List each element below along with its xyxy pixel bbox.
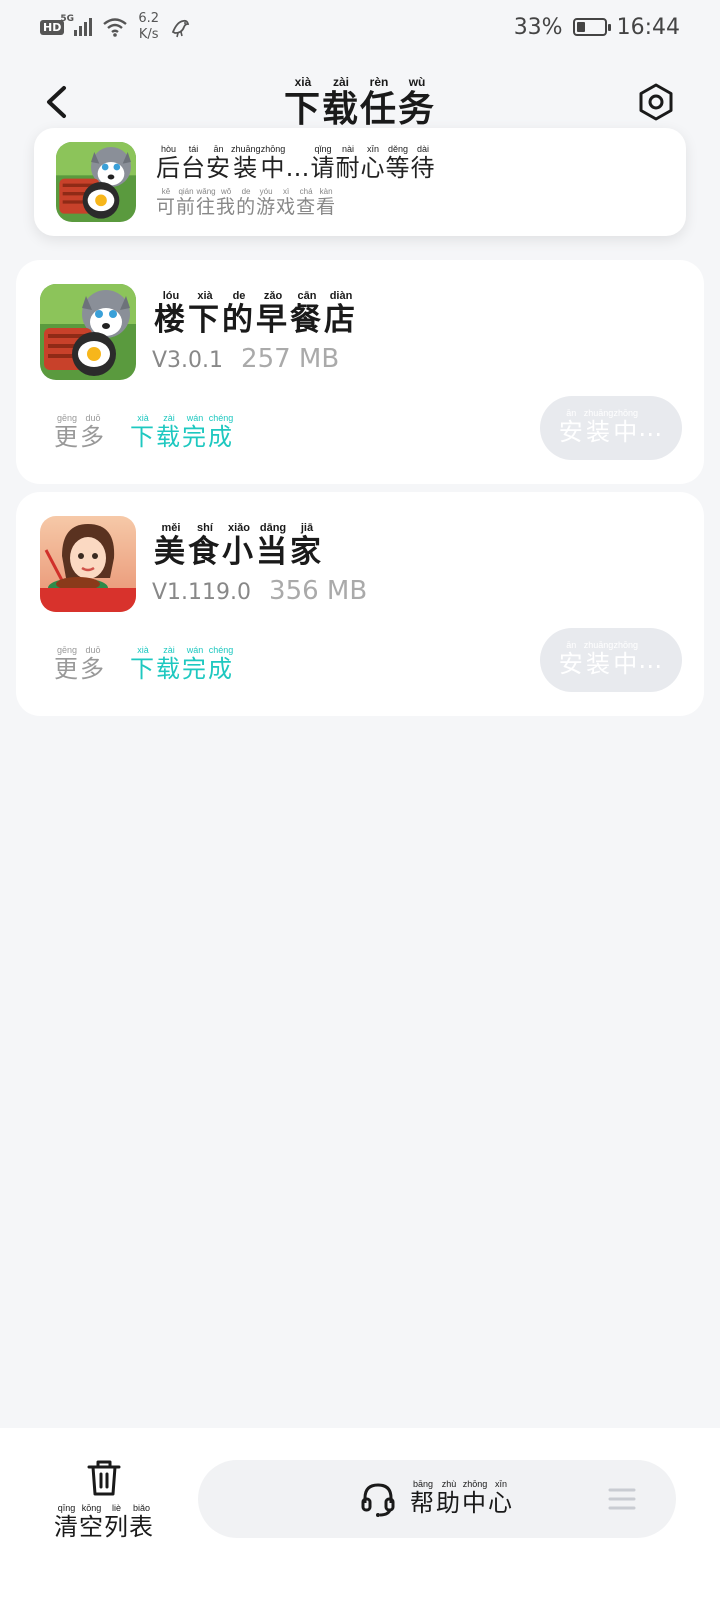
- app-name: 楼lóu下xià的de早zǎo餐cān店diàn: [154, 290, 358, 338]
- clear-list-label: 清qīng空kōng列liè表biǎo: [54, 1503, 154, 1541]
- network-type: 5G: [60, 14, 74, 24]
- bird-notification-icon: [171, 19, 190, 38]
- app-version: V1.119.0: [152, 580, 252, 605]
- headset-icon: [361, 1483, 395, 1517]
- more-button[interactable]: 更gēng多duō: [54, 413, 106, 452]
- notice-subtitle[interactable]: 可kě前qián往wǎng我wǒ的de游yóu戏xì查chá看kàn: [156, 187, 436, 219]
- battery-percent: 33%: [513, 14, 563, 40]
- speed-unit: K/s: [138, 27, 159, 42]
- install-notice: 后hòu台tái安ān装zhuāng中zhōng…请qǐng耐nài心xīn等d…: [34, 128, 686, 236]
- app-icon-food-master[interactable]: 2024: [40, 516, 136, 612]
- download-task-card: 2024 美měi食shí小xiǎo当dāng家jiā V1.119.0 356…: [16, 492, 704, 716]
- installing-button[interactable]: 安ān 装zhuāng 中zhōng…: [540, 628, 682, 692]
- app-version: V3.0.1: [152, 348, 224, 373]
- app-name: 美měi食shí小xiǎo当dāng家jiā: [154, 522, 324, 570]
- download-task-card: 楼lóu下xià的de早zǎo餐cān店diàn V3.0.1 257 MB 更…: [16, 260, 704, 484]
- status-bar: HD 5G 6.2 K/s 33% 16:44: [0, 0, 720, 54]
- app-icon-breakfast-notice: [56, 142, 136, 222]
- app-icon-breakfast[interactable]: [40, 284, 136, 380]
- clear-list-button[interactable]: 清qīng空kōng列liè表biǎo: [44, 1458, 164, 1542]
- speed-value: 6.2: [138, 11, 160, 26]
- installing-button[interactable]: 安ān 装zhuāng 中zhōng…: [540, 396, 682, 460]
- trash-icon: [87, 1460, 121, 1496]
- page-title: 下xià载zài任rèn务wù: [283, 75, 437, 130]
- more-button[interactable]: 更gēng多duō: [54, 645, 106, 684]
- help-center-button[interactable]: 帮bāng助zhù中zhōng心xīn: [198, 1460, 676, 1538]
- app-size: 257 MB: [241, 344, 340, 374]
- battery-icon: [572, 18, 611, 36]
- signal-icon: 5G: [60, 14, 93, 36]
- network-speed: 6.2 K/s: [138, 11, 159, 43]
- download-status: 下xià载zài完wán成chéng: [130, 645, 234, 683]
- hamburger-menu-icon[interactable]: [608, 1487, 636, 1511]
- app-size: 356 MB: [269, 576, 368, 606]
- hexagon-gear-icon: [639, 83, 673, 121]
- settings-button[interactable]: [636, 82, 676, 122]
- download-status: 下xià载zài完wán成chéng: [130, 413, 234, 451]
- clock: 16:44: [616, 14, 680, 40]
- bottom-bar: 清qīng空kōng列liè表biǎo 帮bāng助zhù中zhōng心xīn: [0, 1428, 720, 1600]
- notice-title: 后hòu台tái安ān装zhuāng中zhōng…请qǐng耐nài心xīn等d…: [156, 144, 436, 182]
- help-center-label: 帮bāng助zhù中zhōng心xīn: [410, 1479, 514, 1517]
- wifi-icon: [103, 18, 128, 37]
